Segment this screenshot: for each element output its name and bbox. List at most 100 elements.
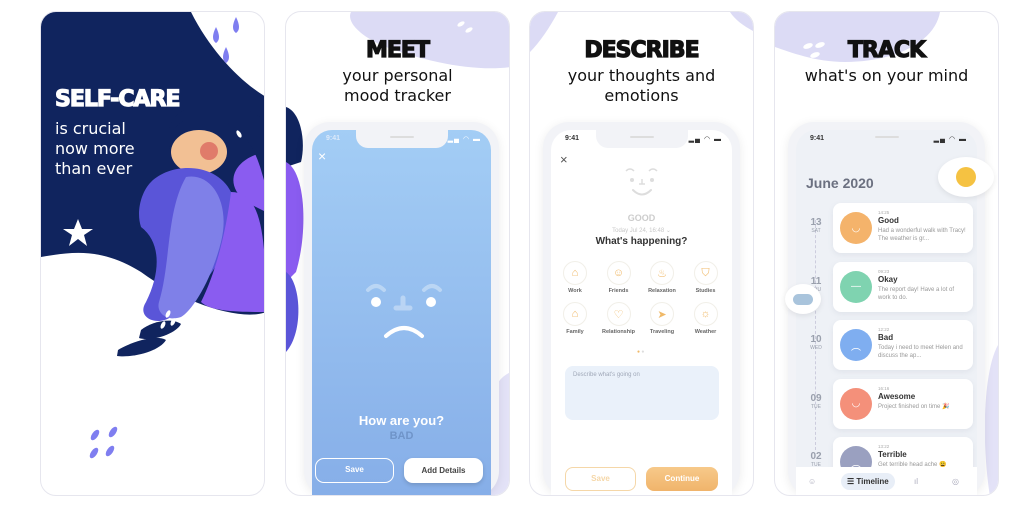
bar-chart-icon: ıl (914, 477, 918, 486)
card-subtitle: your thoughts and emotions (530, 66, 753, 106)
subtitle-line: is crucial (55, 119, 126, 138)
category-label: Friends (608, 288, 629, 294)
promo-card-describe: DESCRIBE your thoughts and emotions 9:41… (529, 11, 754, 496)
entry-time: 13:22 (878, 444, 890, 449)
promo-card-track: TRACK what's on your mind 9:41 ▂▄ ◠ ▬ Ju… (774, 11, 999, 496)
subtitle-line: mood tracker (344, 86, 451, 105)
describe-screen: 9:41 ▂▄ ◠ ▬ × GOOD Today Jul 24, 16:48 ⌄… (551, 130, 732, 495)
briefcase-icon: ⌂ (563, 261, 587, 285)
smiley-icon: ☺ (808, 477, 817, 486)
entry-time: 09:23 (878, 268, 890, 274)
tab-settings[interactable]: ◎ (946, 473, 965, 490)
settings-icon: ◎ (952, 477, 959, 486)
mood-entry-card[interactable]: ︵ 12:22 Bad Today i need to meet Helen a… (833, 320, 973, 370)
entry-date: 09 TUE (804, 393, 828, 410)
promo-card-meet: MEET your personal mood tracker 9:41 ▂▄ … (285, 11, 510, 496)
tab-timeline[interactable]: ☰ Timeline (841, 473, 895, 490)
mood-entry-card[interactable]: ◡ 16:16 Awesome Project finished on time… (833, 378, 973, 429)
day-number: 09 (810, 392, 822, 404)
cloud-speech-bubble (785, 284, 821, 314)
entry-time: 16:16 (878, 385, 890, 391)
tab-smiley[interactable]: ☺ (802, 473, 822, 490)
category-label: Studies (695, 288, 716, 294)
weekday: SAT (811, 228, 821, 234)
entry-note: Had a wonderful walk with Tracy! The wea… (878, 228, 966, 242)
tab-bar-chart[interactable]: ıl (908, 473, 924, 490)
status-time: 9:41 (810, 135, 825, 142)
mood-entry-card[interactable]: — 09:23 Okay The report day! Have a lot … (833, 261, 973, 312)
sun-speech-bubble (938, 157, 994, 197)
mood-face-icon: ◡ (840, 387, 872, 420)
promo-card-self-care: SELF-CARE is crucial now more than ever (40, 11, 265, 496)
mood-face-icon: ︵ (840, 329, 872, 361)
selected-mood: BAD (389, 430, 414, 442)
subtitle-line: emotions (604, 86, 679, 105)
day-number: 02 (810, 451, 822, 462)
phone-notch (355, 130, 448, 148)
day-number: 13 (810, 217, 822, 228)
graduation-cap-icon: ⛉ (693, 261, 718, 285)
card-headline: MEET (365, 37, 430, 63)
entry-note: Project finished on time 🎉 (878, 403, 950, 410)
subtitle-line: your personal (342, 66, 453, 85)
category-label: Weather (694, 329, 717, 335)
sad-face-icon (366, 284, 442, 338)
category-label: Work (568, 288, 582, 294)
category-relationship[interactable]: ♡ Relationship (599, 302, 639, 335)
weekday: TUE (811, 403, 821, 410)
status-icons: ▂▄ ◠ ▬ (933, 136, 967, 143)
tab-label: Timeline (856, 477, 889, 486)
phone-mockup: 9:41 ▂▄ ◠ ▬ × How are you? BAD Save Add … (304, 122, 499, 495)
meditation-icon: ♨ (650, 261, 674, 285)
mood-question: How are you? (358, 413, 445, 428)
weekday: WED (810, 345, 822, 351)
cloud-icon (793, 294, 813, 305)
subtitle-line: than ever (55, 159, 133, 178)
phone-mockup: 9:41 ▂▄ ◠ ▬ × GOOD Today Jul 24, 16:48 ⌄… (543, 122, 740, 495)
category-friends[interactable]: ☺ Friends (599, 261, 639, 294)
entry-time: 14:25 (878, 210, 890, 215)
mood-entry-card[interactable]: ◡ 14:25 Good Had a wonderful walk with T… (833, 203, 973, 253)
entry-time: 12:22 (878, 327, 890, 332)
save-button[interactable]: Save (315, 458, 394, 483)
category-family[interactable]: ⌂ Family (555, 302, 595, 335)
entry-note: Today i need to meet Helen and discuss t… (878, 345, 963, 359)
add-details-button[interactable]: Add Details (404, 458, 483, 483)
category-weather[interactable]: ☼ Weather (686, 302, 726, 335)
phone-notch (840, 130, 933, 148)
category-studies[interactable]: ⛉ Studies (686, 261, 726, 294)
entry-note: The report day! Have a lot of work to do… (878, 286, 955, 301)
category-work[interactable]: ⌂ Work (555, 261, 595, 294)
list-icon: ☰ (847, 477, 855, 486)
description-input[interactable]: Describe what's going on (565, 366, 719, 420)
category-traveling[interactable]: ➤ Traveling (642, 302, 682, 335)
sun-icon: ☼ (693, 302, 718, 326)
save-button[interactable]: Save (565, 467, 636, 491)
entry-mood: Terrible (878, 450, 907, 459)
entry-mood: Bad (878, 333, 894, 342)
day-number: 10 (810, 334, 822, 345)
card-headline: SELF-CARE (54, 86, 181, 112)
month-heading: June 2020 (806, 175, 874, 191)
subtitle-line: your thoughts and (567, 66, 716, 85)
self-care-illustration (41, 12, 264, 459)
entry-date-dropdown[interactable]: Today Jul 24, 16:48 ⌄ (551, 227, 732, 234)
entry-date: 02 TUE (804, 451, 828, 468)
entry-mood: Okay (878, 274, 898, 284)
paper-plane-icon: ➤ (650, 302, 674, 326)
close-icon[interactable]: × (318, 148, 326, 164)
mood-face-icon: — (840, 270, 872, 303)
subtitle-line: now more (55, 139, 135, 158)
card-subtitle: what's on your mind (775, 66, 998, 86)
mood-screen: 9:41 ▂▄ ◠ ▬ × How are you? BAD Save Add … (312, 130, 491, 495)
entry-date: 10 WED (804, 334, 828, 351)
entry-mood: Good (878, 216, 899, 225)
heart-icon: ♡ (606, 302, 631, 326)
page-dots: ● ● (637, 349, 645, 355)
category-relaxation[interactable]: ♨ Relaxation (642, 261, 682, 294)
category-label: Traveling (649, 329, 675, 335)
status-icons: ▂▄ ◠ ▬ (447, 136, 481, 143)
bottom-tab-bar: ☺ ☰ Timeline ıl ◎ (796, 467, 977, 495)
continue-button[interactable]: Continue (646, 467, 718, 491)
home-icon: ⌂ (563, 302, 587, 326)
